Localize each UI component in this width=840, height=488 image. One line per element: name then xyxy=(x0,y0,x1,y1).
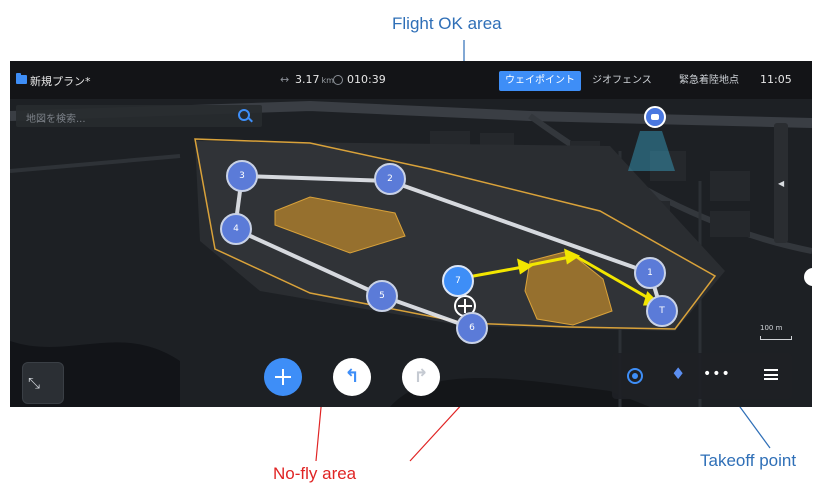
flight-time-icon xyxy=(333,75,343,85)
waypoint-3[interactable]: 3 xyxy=(226,160,258,192)
redo-icon: ↱ xyxy=(413,366,429,387)
chevron-left-icon[interactable]: ◀ xyxy=(778,179,784,188)
scale-label: 100 m xyxy=(760,324,783,332)
menu-icon[interactable] xyxy=(764,369,778,380)
flight-time: 010:39 xyxy=(347,73,386,86)
add-waypoint-button[interactable] xyxy=(264,358,302,396)
waypoint-1[interactable]: 1 xyxy=(634,257,666,289)
search-icon[interactable] xyxy=(238,109,250,121)
takeoff-waypoint[interactable]: T xyxy=(646,295,678,327)
distance-readout: 3.17 km xyxy=(295,73,334,86)
top-bar: 新規プラン* ↔ 3.17 km 010:39 ウェイポイント ジオフェンス 緊急… xyxy=(10,61,812,99)
folder-icon[interactable] xyxy=(16,73,27,84)
scale-bar xyxy=(760,336,792,340)
flight-ok-area-label: Flight OK area xyxy=(392,14,502,33)
compass-icon[interactable]: ♦ xyxy=(671,364,685,383)
clock: 11:05 xyxy=(760,73,792,86)
more-icon[interactable]: ••• xyxy=(703,366,731,382)
tab-geofence[interactable]: ジオフェンス xyxy=(586,71,658,91)
search-placeholder: 地図を検索... xyxy=(26,114,86,125)
waypoint-5[interactable]: 5 xyxy=(366,280,398,312)
no-fly-area-label: No-fly area xyxy=(273,464,357,483)
locate-icon[interactable] xyxy=(627,368,643,384)
drone-icon[interactable] xyxy=(644,106,666,128)
waypoint-7[interactable]: 7 xyxy=(442,265,474,297)
tab-emergency-landing[interactable]: 緊急着陸地点 xyxy=(673,71,745,91)
redo-button[interactable]: ↱ xyxy=(402,358,440,396)
undo-button[interactable]: ↰ xyxy=(333,358,371,396)
waypoint-2[interactable]: 2 xyxy=(374,163,406,195)
tab-waypoints[interactable]: ウェイポイント xyxy=(499,71,581,91)
takeoff-point-label: Takeoff point xyxy=(700,451,797,470)
waypoint-4[interactable]: 4 xyxy=(220,213,252,245)
collapse-icon[interactable]: ⤡ xyxy=(28,374,40,392)
plan-title[interactable]: 新規プラン* xyxy=(30,73,91,89)
app-screenshot: 1 2 3 4 5 6 7 T 新規プラン* ↔ 3.17 km 010:39 ウ… xyxy=(10,61,812,407)
distance-icon: ↔ xyxy=(280,73,290,86)
undo-icon: ↰ xyxy=(344,366,360,387)
waypoint-6[interactable]: 6 xyxy=(456,312,488,344)
